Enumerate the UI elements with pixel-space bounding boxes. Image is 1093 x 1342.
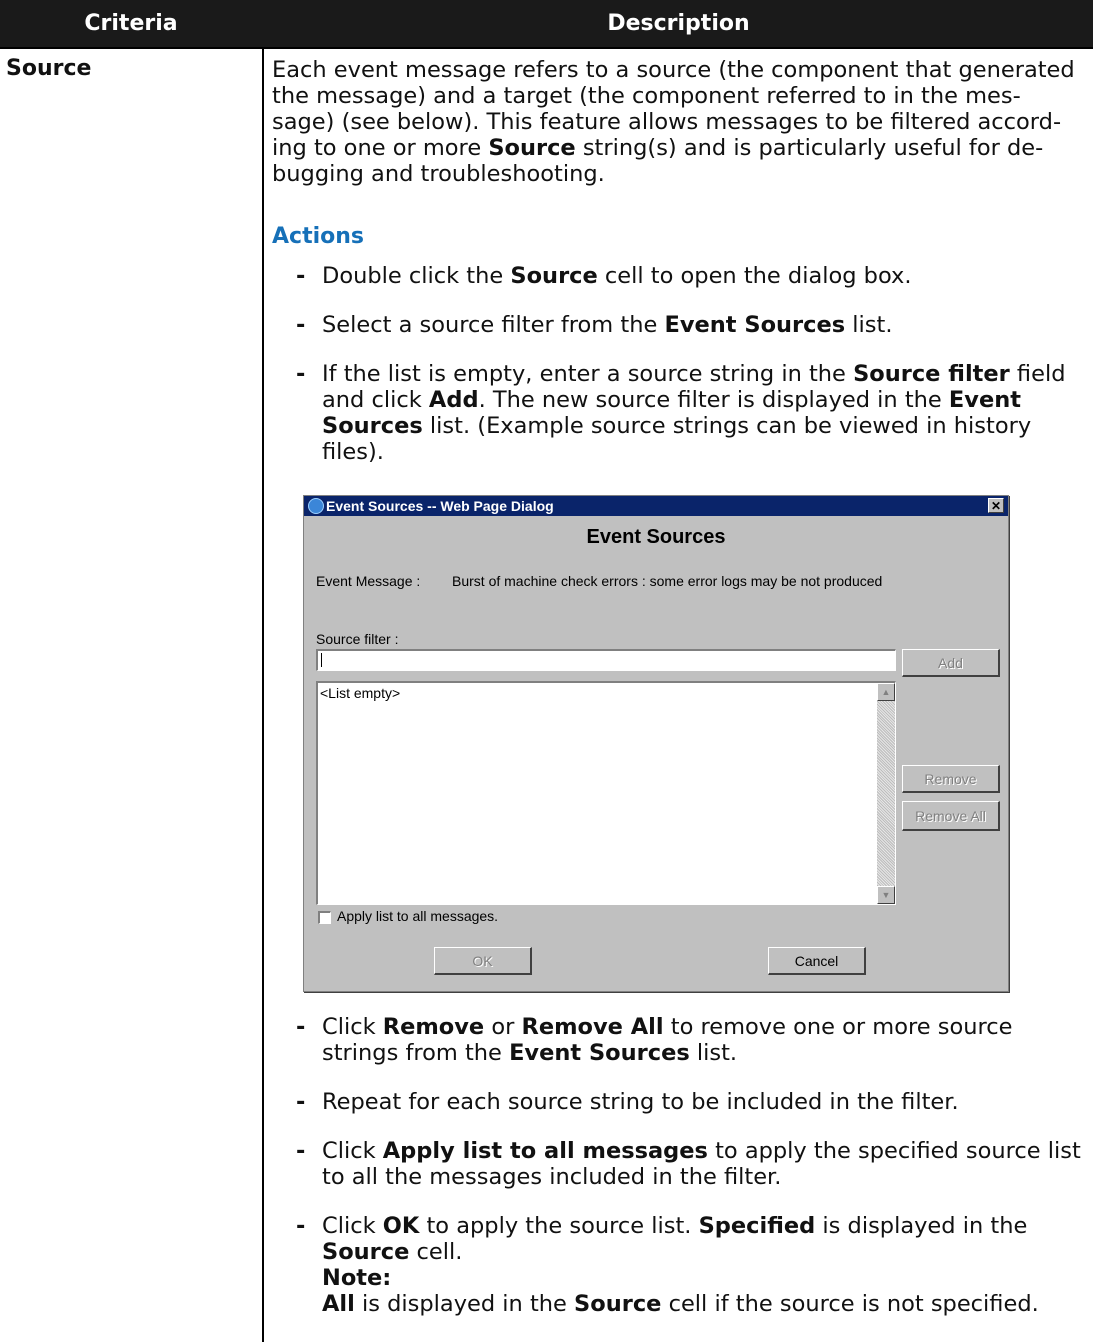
intro-line: ing to one or more Source string(s) and … xyxy=(272,135,1044,161)
bullet-dash: - xyxy=(296,1014,306,1040)
header-description: Description xyxy=(607,11,750,36)
source-filter-input[interactable] xyxy=(316,649,896,671)
event-message-label: Event Message : xyxy=(316,573,421,589)
criteria-table: Criteria Description Source Each event m… xyxy=(0,0,1093,1342)
bullet-dash: - xyxy=(296,1089,306,1115)
apply-list-checkbox[interactable] xyxy=(318,911,331,924)
dialog-title: Event Sources -- Web Page Dialog xyxy=(326,498,554,514)
scroll-up-icon[interactable]: ▲ xyxy=(877,683,895,701)
header-criteria: Criteria xyxy=(84,11,178,36)
note-label: Note: xyxy=(322,1265,392,1291)
add-button[interactable]: Add xyxy=(902,649,1000,677)
intro-paragraph: Each event message refers to a source (t… xyxy=(272,57,1080,187)
column-divider xyxy=(262,47,264,1342)
close-icon[interactable]: ✕ xyxy=(988,498,1004,513)
bullet-dash: - xyxy=(296,361,306,387)
intro-line: Each event message refers to a source (t… xyxy=(272,57,1075,83)
bullet-text: If the list is empty, enter a source str… xyxy=(322,361,1066,465)
event-sources-list[interactable]: <List empty> ▲ ▼ xyxy=(316,681,896,905)
bullet-dash: - xyxy=(296,1213,306,1239)
source-filter-label: Source filter : xyxy=(316,631,399,647)
bullet-text: Select a source filter from the Event So… xyxy=(322,312,893,338)
scroll-down-icon[interactable]: ▼ xyxy=(877,886,895,904)
bullet-text: Click Remove or Remove All to remove one… xyxy=(322,1014,1013,1066)
intro-line: the message) and a target (the component… xyxy=(272,83,1021,109)
actions-heading: Actions xyxy=(272,224,364,249)
ie-page-icon xyxy=(308,498,324,514)
text-caret xyxy=(321,653,322,667)
remove-button[interactable]: Remove xyxy=(902,765,1000,793)
event-message-value: Burst of machine check errors : some err… xyxy=(452,573,883,589)
bullet-text: Double click the Source cell to open the… xyxy=(322,263,912,289)
bullet-text: Click Apply list to all messages to appl… xyxy=(322,1138,1081,1190)
row-divider xyxy=(0,47,1093,49)
table-header-row: Criteria Description xyxy=(0,0,1093,47)
bullet-dash: - xyxy=(296,1138,306,1164)
criteria-cell: Source xyxy=(6,56,92,81)
remove-all-button[interactable]: Remove All xyxy=(902,801,1000,831)
bullet-text: Repeat for each source string to be incl… xyxy=(322,1089,959,1115)
dialog-heading: Event Sources xyxy=(586,526,726,548)
bullet-text: Click OK to apply the source list. Speci… xyxy=(322,1213,1082,1317)
bullet-dash: - xyxy=(296,263,306,289)
bullet-dash: - xyxy=(296,312,306,338)
event-sources-dialog: Event Sources -- Web Page Dialog ✕ Event… xyxy=(303,495,1009,992)
apply-list-label[interactable]: Apply list to all messages. xyxy=(337,908,498,924)
intro-line: bugging and troubleshooting. xyxy=(272,161,605,187)
ok-button[interactable]: OK xyxy=(434,947,532,975)
dialog-titlebar: Event Sources -- Web Page Dialog ✕ xyxy=(304,496,1008,516)
note-text: All is displayed in the Source cell if t… xyxy=(322,1291,1039,1317)
cancel-button[interactable]: Cancel xyxy=(768,947,866,975)
intro-line: sage) (see below). This feature allows m… xyxy=(272,109,1062,135)
list-empty-text: <List empty> xyxy=(320,685,401,701)
list-scrollbar[interactable]: ▲ ▼ xyxy=(877,683,895,904)
